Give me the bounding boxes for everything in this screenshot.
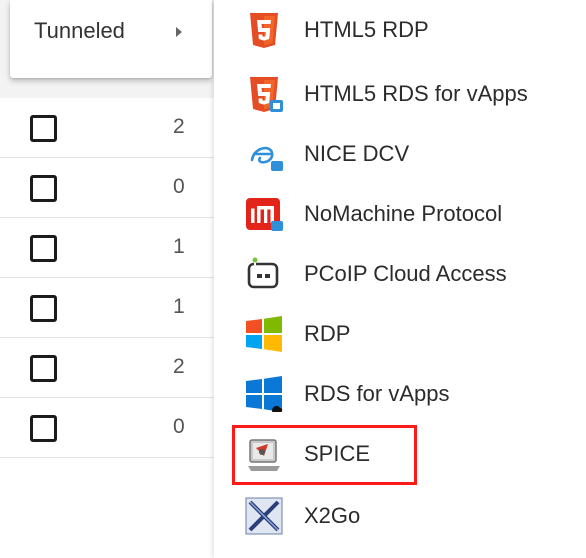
table-row: 2 xyxy=(0,338,214,398)
windows-icon xyxy=(244,314,284,354)
protocol-type-menu: Tunneled xyxy=(10,0,212,78)
row-count: 1 xyxy=(173,235,185,258)
windows-vapps-icon xyxy=(244,374,284,414)
submenu-item-label: RDP xyxy=(304,321,351,346)
submenu-item-label: NoMachine Protocol xyxy=(304,201,503,226)
row-count: 1 xyxy=(173,295,185,318)
row-checkbox[interactable] xyxy=(30,295,57,322)
row-checkbox[interactable] xyxy=(30,355,57,382)
table-rows: 2 0 1 1 2 0 xyxy=(0,98,214,458)
html5-vapps-icon xyxy=(244,74,284,114)
row-count: 2 xyxy=(173,115,185,138)
row-count: 2 xyxy=(173,355,185,378)
row-checkbox[interactable] xyxy=(30,415,57,442)
spice-icon xyxy=(244,434,284,474)
submenu-item-html5-rds-vapps[interactable]: HTML5 RDS for vApps xyxy=(244,74,584,114)
submenu-item-x2go[interactable]: X2Go xyxy=(244,496,584,536)
page: 2 0 1 1 2 0 Tunneled HTML5 RDP HTML5 RDS… xyxy=(0,0,586,558)
html5-icon xyxy=(244,10,284,50)
submenu-item-label: HTML5 RDS for vApps xyxy=(304,81,528,106)
submenu-item-spice[interactable]: SPICE xyxy=(244,434,584,474)
pcoip-icon xyxy=(244,254,284,294)
row-count: 0 xyxy=(173,415,185,438)
x2go-icon xyxy=(244,496,284,536)
submenu-item-rdp[interactable]: RDP xyxy=(244,314,584,354)
submenu-item-html5-rdp[interactable]: HTML5 RDP xyxy=(244,10,584,50)
submenu-item-label: PCoIP Cloud Access xyxy=(304,261,507,286)
submenu-item-rds-vapps[interactable]: RDS for vApps xyxy=(244,374,584,414)
nice-dcv-icon xyxy=(244,134,284,174)
submenu-item-nice-dcv[interactable]: NICE DCV xyxy=(244,134,584,174)
table-row: 2 xyxy=(0,98,214,158)
menu-item-label: Tunneled xyxy=(34,18,125,43)
submenu-item-nomachine[interactable]: NoMachine Protocol xyxy=(244,194,584,234)
protocol-submenu: HTML5 RDP HTML5 RDS for vApps NICE DCV N… xyxy=(214,0,586,558)
table-row: 1 xyxy=(0,278,214,338)
caret-right-icon xyxy=(176,27,182,37)
submenu-item-label: RDS for vApps xyxy=(304,381,450,406)
submenu-item-label: HTML5 RDP xyxy=(304,17,429,42)
table-row: 1 xyxy=(0,218,214,278)
submenu-item-label: SPICE xyxy=(304,441,371,466)
row-count: 0 xyxy=(173,175,185,198)
row-checkbox[interactable] xyxy=(30,115,57,142)
table-row: 0 xyxy=(0,158,214,218)
menu-item-tunneled[interactable]: Tunneled xyxy=(10,0,212,64)
table-panel: 2 0 1 1 2 0 xyxy=(0,0,214,558)
submenu-item-label: NICE DCV xyxy=(304,141,410,166)
row-checkbox[interactable] xyxy=(30,235,57,262)
table-row: 0 xyxy=(0,398,214,458)
nomachine-icon xyxy=(244,194,284,234)
submenu-item-label: X2Go xyxy=(304,503,361,528)
submenu-item-pcoip[interactable]: PCoIP Cloud Access xyxy=(244,254,584,294)
row-checkbox[interactable] xyxy=(30,175,57,202)
